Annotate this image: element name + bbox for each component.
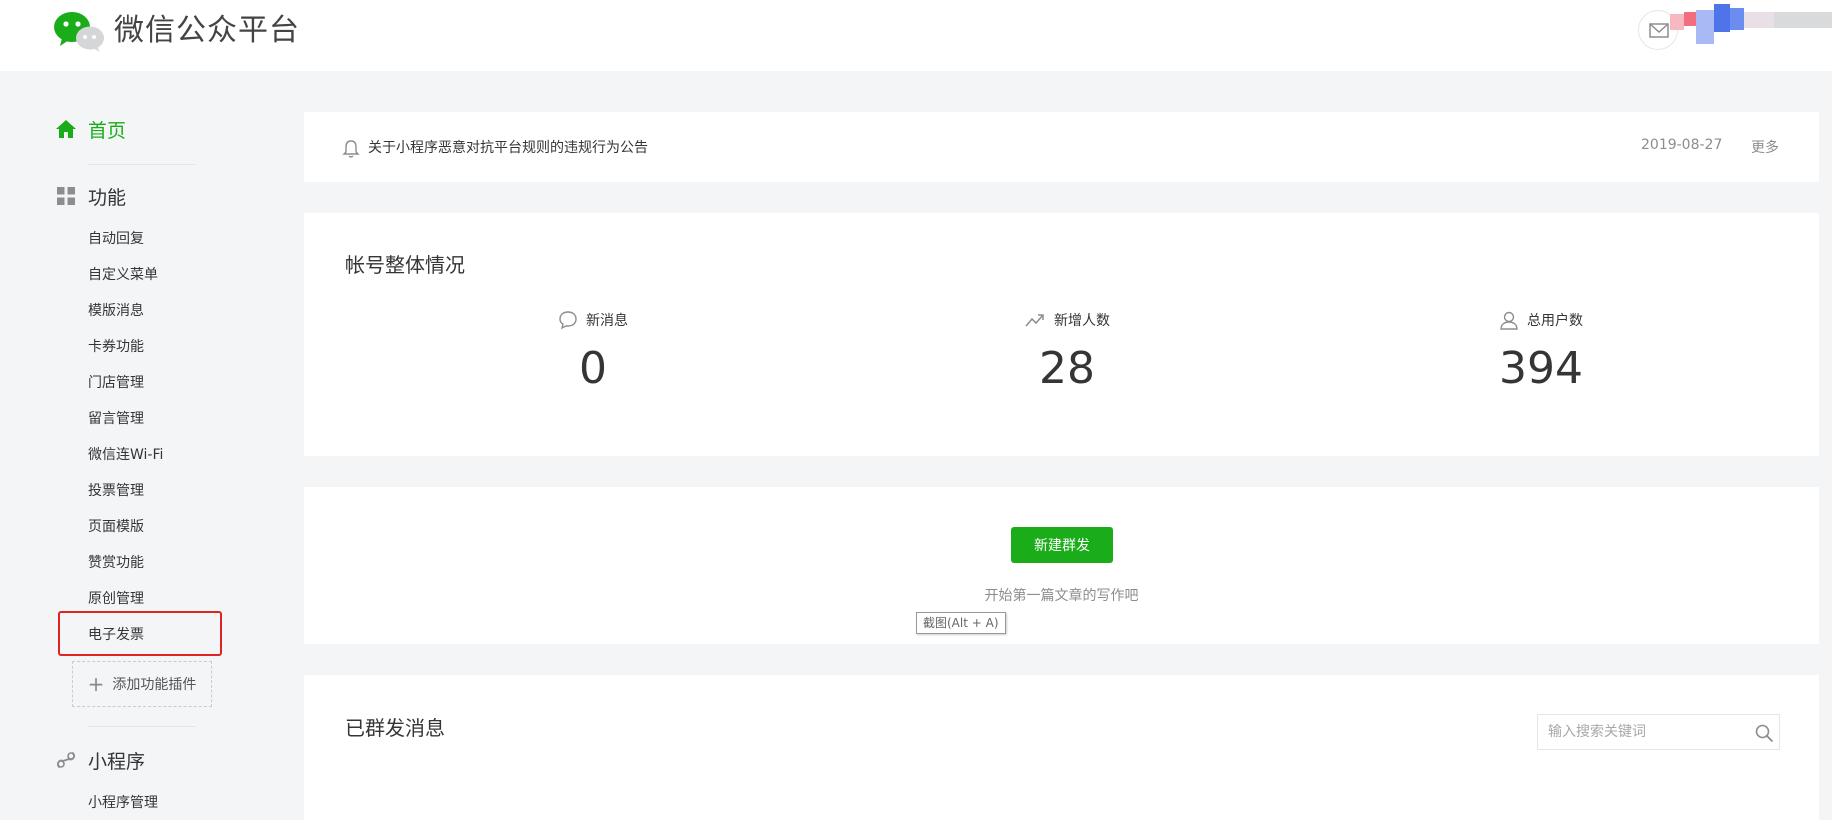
wechat-logo-icon[interactable] bbox=[53, 10, 106, 52]
notice-more-link[interactable]: 更多 bbox=[1751, 137, 1779, 157]
sidebar-group-function[interactable]: 功能 bbox=[55, 182, 126, 210]
highlight-box bbox=[58, 611, 222, 656]
stat-value: 28 bbox=[1039, 343, 1095, 394]
trend-up-icon bbox=[1025, 314, 1044, 327]
sidebar-mini-program-label: 小程序 bbox=[88, 750, 146, 773]
search-input[interactable] bbox=[1538, 715, 1738, 749]
stat-value: 0 bbox=[579, 343, 607, 394]
add-plugin-label: 添加功能插件 bbox=[112, 677, 197, 693]
stat-label: 总用户数 bbox=[1527, 313, 1583, 329]
compose-panel: 新建群发 开始第一篇文章的写作吧 截图(Alt + A) bbox=[304, 487, 1819, 644]
overview-title: 帐号整体情况 bbox=[345, 253, 465, 277]
notice-date: 2019-08-27 bbox=[1641, 137, 1723, 153]
sidebar-item-original[interactable]: 原创管理 bbox=[88, 589, 144, 609]
screenshot-tooltip: 截图(Alt + A) bbox=[916, 612, 1006, 634]
sidebar-item-vote[interactable]: 投票管理 bbox=[88, 481, 144, 501]
sidebar-function-label: 功能 bbox=[88, 186, 127, 209]
sidebar-item-reward[interactable]: 赞赏功能 bbox=[88, 553, 144, 573]
bell-icon bbox=[342, 140, 360, 158]
sidebar-item-auto-reply[interactable]: 自动回复 bbox=[88, 229, 144, 249]
top-bar: 微信公众平台 bbox=[0, 0, 1832, 71]
sidebar-item-page-template[interactable]: 页面模版 bbox=[88, 517, 144, 537]
sidebar-item-store[interactable]: 门店管理 bbox=[88, 373, 144, 393]
grid-icon bbox=[57, 187, 75, 205]
stat-new-followers[interactable]: 新增人数 28 bbox=[917, 309, 1217, 395]
home-icon bbox=[56, 120, 76, 138]
platform-title[interactable]: 微信公众平台 bbox=[114, 12, 300, 50]
notice-link[interactable]: 关于小程序恶意对抗平台规则的违规行为公告 bbox=[368, 137, 648, 157]
sidebar: 首页 功能 自动回复 自定义菜单 模版消息 卡券功能 门店管理 留言管理 微信连… bbox=[0, 71, 290, 820]
stat-total-users[interactable]: 总用户数 394 bbox=[1391, 309, 1691, 395]
sidebar-item-template-message[interactable]: 模版消息 bbox=[88, 301, 144, 321]
sidebar-home-label: 首页 bbox=[88, 119, 127, 142]
sidebar-item-comments[interactable]: 留言管理 bbox=[88, 409, 144, 429]
stat-value: 394 bbox=[1499, 343, 1583, 394]
search-box bbox=[1537, 714, 1780, 750]
add-plugin-button[interactable]: + 添加功能插件 bbox=[72, 661, 212, 707]
search-icon[interactable] bbox=[1754, 723, 1774, 743]
mini-program-icon bbox=[57, 752, 75, 768]
notice-panel: 关于小程序恶意对抗平台规则的违规行为公告 2019-08-27 更多 bbox=[304, 112, 1819, 182]
stat-label: 新消息 bbox=[586, 313, 628, 329]
sidebar-group-mini-program[interactable]: 小程序 bbox=[55, 746, 145, 774]
divider bbox=[88, 726, 196, 727]
sidebar-item-wifi[interactable]: 微信连Wi-Fi bbox=[88, 445, 163, 465]
stat-new-messages[interactable]: 新消息 0 bbox=[443, 309, 743, 395]
sidebar-item-custom-menu[interactable]: 自定义菜单 bbox=[88, 265, 158, 285]
chat-bubble-icon bbox=[559, 311, 577, 330]
account-overview-panel: 帐号整体情况 新消息 0 新增人数 28 总用户数 394 bbox=[304, 213, 1819, 456]
new-broadcast-button[interactable]: 新建群发 bbox=[1011, 527, 1113, 563]
plus-icon: + bbox=[87, 672, 105, 696]
user-icon bbox=[1500, 311, 1518, 330]
stat-label: 新增人数 bbox=[1054, 313, 1110, 329]
sent-messages-title: 已群发消息 bbox=[345, 716, 445, 740]
sidebar-item-home[interactable]: 首页 bbox=[55, 115, 126, 143]
user-account-blurred[interactable] bbox=[1662, 0, 1832, 48]
divider bbox=[88, 164, 196, 165]
compose-hint: 开始第一篇文章的写作吧 bbox=[984, 588, 1139, 604]
sent-messages-panel: 已群发消息 bbox=[304, 675, 1819, 820]
sidebar-item-coupon[interactable]: 卡券功能 bbox=[88, 337, 144, 357]
sidebar-item-mini-program-manage[interactable]: 小程序管理 bbox=[88, 793, 158, 813]
